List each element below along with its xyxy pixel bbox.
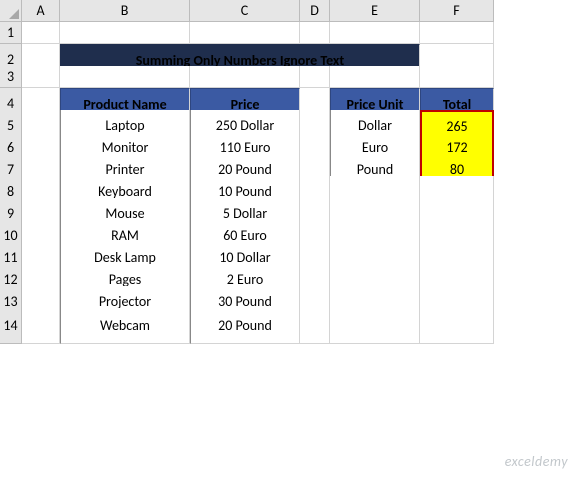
cell-B1[interactable] bbox=[60, 22, 190, 44]
cell-A1[interactable] bbox=[22, 22, 60, 44]
row-header-3[interactable]: 3 bbox=[0, 66, 22, 88]
column-header-B[interactable]: B bbox=[60, 0, 190, 22]
cell-E3[interactable] bbox=[330, 66, 420, 88]
row-header-14[interactable]: 14 bbox=[0, 308, 22, 344]
column-header-D[interactable]: D bbox=[300, 0, 330, 22]
cell-D3[interactable] bbox=[300, 66, 330, 88]
spreadsheet-grid[interactable]: ABCDEF12Summing Only Numbers Ignore Text… bbox=[0, 0, 578, 330]
cell-C3[interactable] bbox=[190, 66, 300, 88]
cell-E14[interactable] bbox=[330, 308, 420, 344]
row-header-1[interactable]: 1 bbox=[0, 22, 22, 44]
cell-F14[interactable] bbox=[420, 308, 494, 344]
cell-F3[interactable] bbox=[420, 66, 494, 88]
column-header-C[interactable]: C bbox=[190, 0, 300, 22]
cell-E1[interactable] bbox=[330, 22, 420, 44]
cell-C1[interactable] bbox=[190, 22, 300, 44]
watermark-text: exceldemy bbox=[505, 453, 568, 470]
cell-D14[interactable] bbox=[300, 308, 330, 344]
product-name-cell[interactable]: Webcam bbox=[60, 308, 190, 344]
cell-A14[interactable] bbox=[22, 308, 60, 344]
select-all-corner[interactable] bbox=[0, 0, 22, 22]
column-header-A[interactable]: A bbox=[22, 0, 60, 22]
column-header-E[interactable]: E bbox=[330, 0, 420, 22]
cell-A3[interactable] bbox=[22, 66, 60, 88]
cell-D1[interactable] bbox=[300, 22, 330, 44]
column-header-F[interactable]: F bbox=[420, 0, 494, 22]
price-cell[interactable]: 20 Pound bbox=[190, 308, 300, 344]
cell-B3[interactable] bbox=[60, 66, 190, 88]
cell-F1[interactable] bbox=[420, 22, 494, 44]
